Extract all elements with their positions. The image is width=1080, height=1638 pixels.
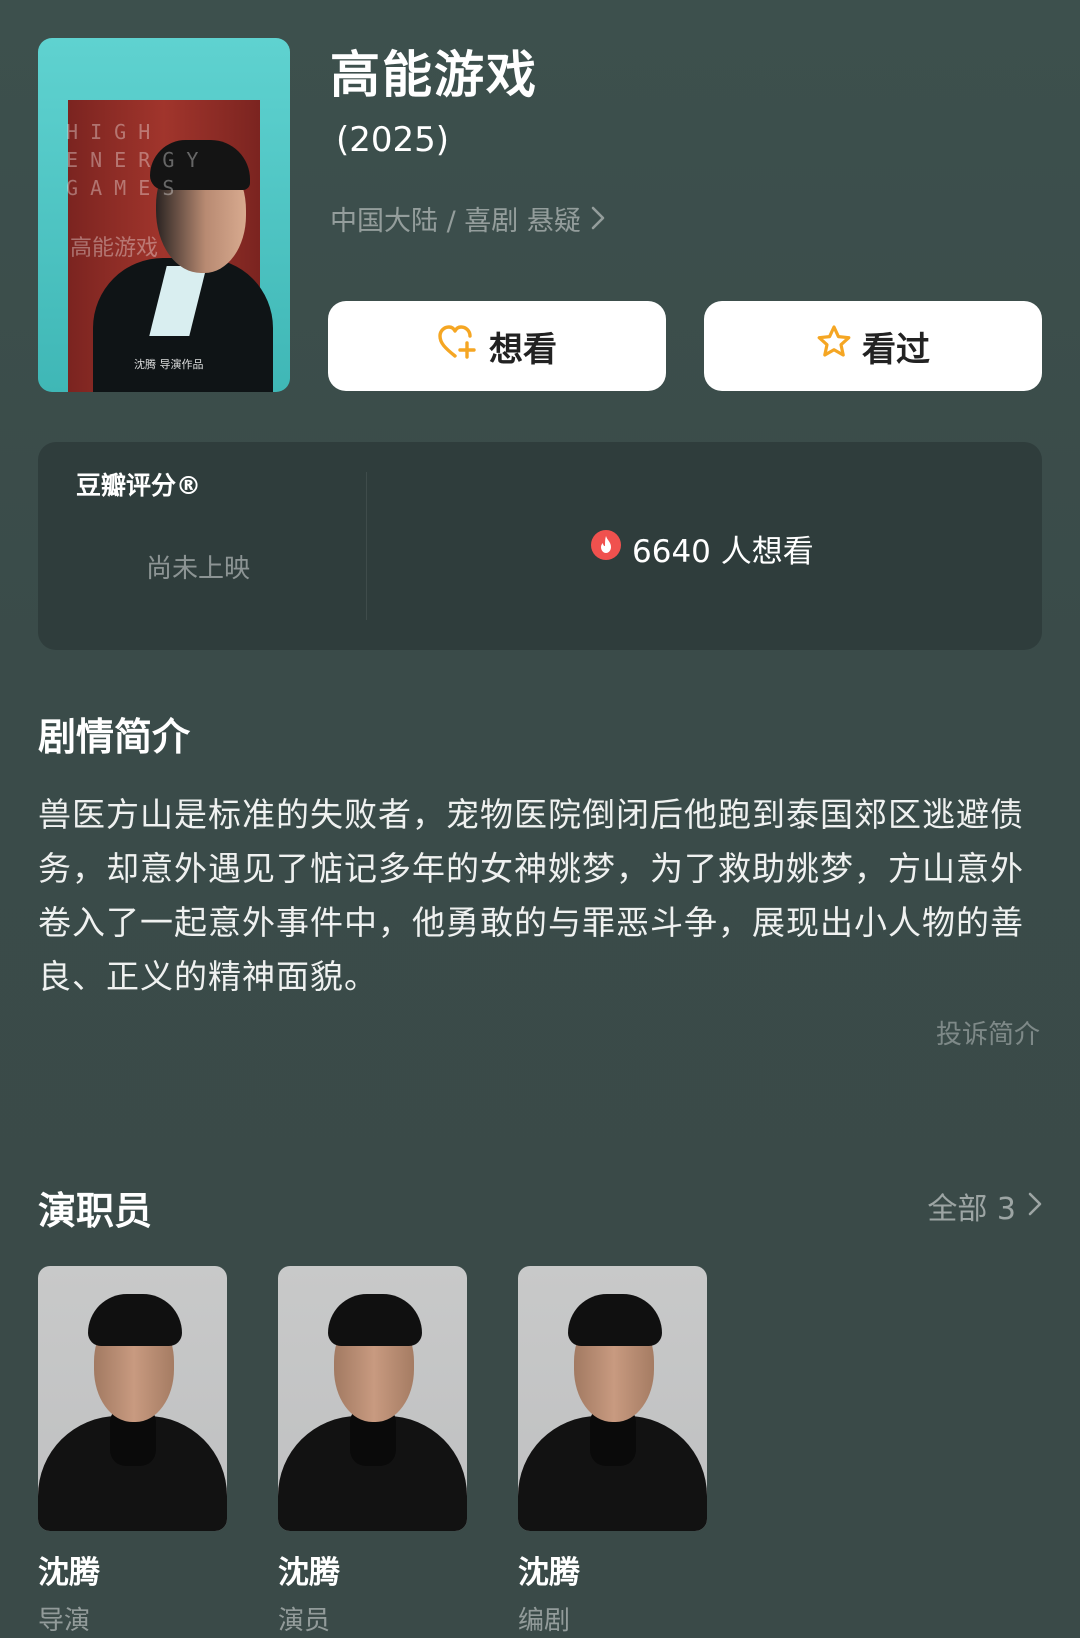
cast-view-all-link[interactable]: 全部 3 (927, 1184, 1042, 1228)
cast-role: 演员 (278, 1606, 331, 1636)
cast-photo-hair (328, 1294, 422, 1346)
synopsis-text: 兽医方山是标准的失败者，宠物医院倒闭后他跑到泰国郊区逃避债务，却意外遇见了惦记多… (38, 795, 1024, 996)
cast-card[interactable]: 沈腾 编剧 (518, 1266, 707, 1637)
want-to-watch-label: 想看 (489, 329, 557, 370)
cast-name: 沈腾 (278, 1555, 340, 1591)
rating-divider (366, 472, 367, 620)
cast-role: 导演 (38, 1606, 91, 1636)
cast-photo-hair (88, 1294, 182, 1346)
want-to-watch-button[interactable]: 想看 (328, 301, 666, 391)
cast-role: 编剧 (518, 1606, 571, 1636)
watched-label: 看过 (862, 329, 930, 370)
movie-poster[interactable]: H I G H E N E R G Y G A M E S 高能游戏 沈腾 导演… (38, 38, 290, 392)
cast-photo (518, 1266, 707, 1531)
movie-meta-link[interactable]: 中国大陆 / 喜剧 悬疑 (330, 202, 605, 242)
cast-card[interactable]: 沈腾 演员 (278, 1266, 467, 1637)
synopsis-heading: 剧情简介 (38, 715, 191, 759)
cast-heading: 演职员 (38, 1189, 153, 1233)
chevron-right-icon (1028, 1189, 1042, 1224)
cast-photo (38, 1266, 227, 1531)
cast-name: 沈腾 (38, 1555, 100, 1591)
cast-list: 沈腾 导演 沈腾 演员 沈腾 编剧 (38, 1266, 707, 1637)
poster-letters-line: E N E R G Y (66, 148, 199, 172)
poster-letters-line: G A M E S (66, 176, 175, 200)
cast-photo (278, 1266, 467, 1531)
cast-view-all-label: 全部 3 (927, 1192, 1016, 1227)
report-synopsis-link[interactable]: 投诉简介 (936, 1014, 1040, 1051)
movie-year: (2025) (336, 120, 450, 160)
want-count-text: 6640 人想看 (632, 534, 814, 570)
poster-chinese-title: 高能游戏 (70, 236, 159, 261)
poster-english-title: H I G H E N E R G Y G A M E S (66, 118, 286, 202)
douban-rating-label: 豆瓣评分® (76, 471, 202, 500)
movie-detail-page: H I G H E N E R G Y G A M E S 高能游戏 沈腾 导演… (0, 0, 1080, 1638)
chevron-right-icon (591, 202, 605, 242)
watched-button[interactable]: 看过 (704, 301, 1042, 391)
heart-plus-icon (437, 324, 489, 369)
movie-meta-text: 中国大陆 / 喜剧 悬疑 (330, 206, 581, 237)
want-count: 6640 人想看 (590, 526, 814, 571)
rating-card: 豆瓣评分® 尚未上映 6640 人想看 (38, 442, 1042, 650)
star-icon (816, 324, 862, 369)
poster-credit: 沈腾 导演作品 (134, 358, 204, 371)
poster-letters-line: H I G H (66, 120, 151, 144)
cast-card[interactable]: 沈腾 导演 (38, 1266, 227, 1637)
movie-title: 高能游戏 (330, 46, 538, 104)
fire-icon (590, 529, 622, 569)
rating-status: 尚未上映 (146, 554, 251, 584)
cast-photo-hair (568, 1294, 662, 1346)
cast-name: 沈腾 (518, 1555, 580, 1591)
